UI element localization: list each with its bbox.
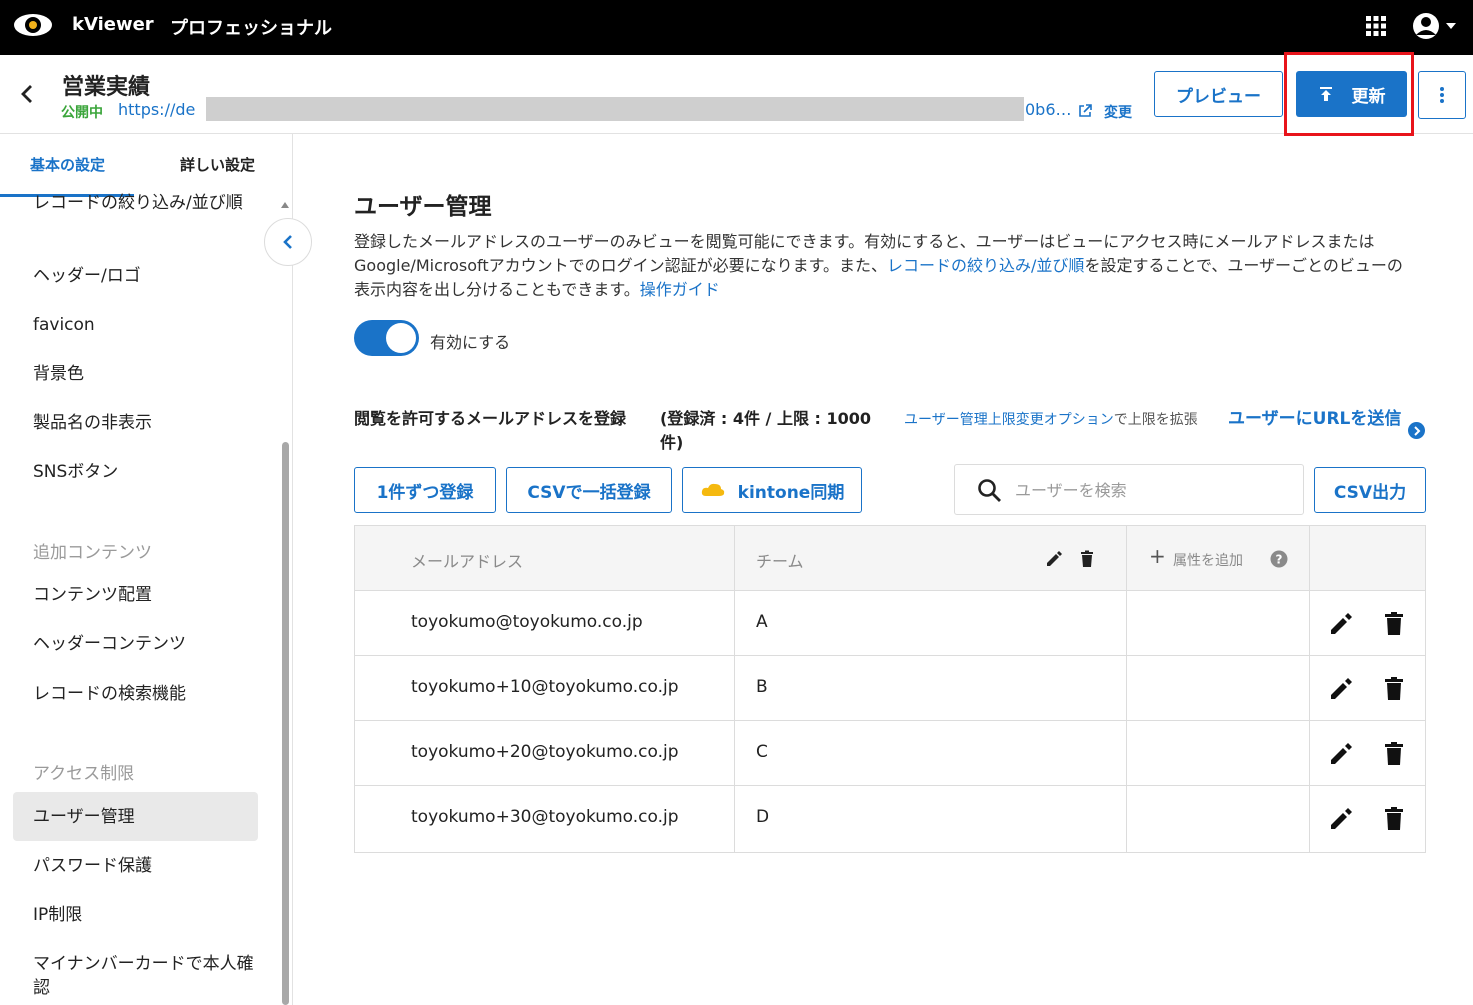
delete-icon[interactable] — [1381, 741, 1407, 767]
sidebar-item-user-management[interactable]: ユーザー管理 — [33, 805, 135, 829]
delete-column-icon[interactable] — [1078, 550, 1096, 568]
user-search-input[interactable] — [1015, 477, 1285, 503]
table-header: メールアドレス チーム + 属性を追加 ? — [355, 526, 1425, 591]
sidebar-section-additional: 追加コンテンツ — [33, 543, 152, 563]
sidebar-item-background-color[interactable]: 背景色 — [33, 362, 84, 386]
table-row: toyokumo+10@toyokumo.co.jp B — [355, 656, 1425, 721]
status-badge: 公開中 — [61, 105, 103, 121]
sidebar-item-favicon[interactable]: favicon — [33, 313, 95, 337]
sidebar-item-record-filter[interactable]: レコードの絞り込み/並び順 — [33, 191, 248, 215]
scroll-up-arrow-icon[interactable] — [280, 201, 290, 209]
toggle-knob — [386, 323, 416, 353]
change-url-link[interactable]: 変更 — [1104, 102, 1132, 122]
public-url-tail[interactable]: 0b6… — [1025, 100, 1072, 119]
edit-column-icon[interactable] — [1045, 550, 1063, 568]
sidebar-item-record-search[interactable]: レコードの検索機能 — [33, 682, 186, 706]
col-header-email: メールアドレス — [411, 552, 524, 571]
row-team: D — [756, 807, 770, 827]
sidebar-section-access: アクセス制限 — [33, 764, 135, 784]
csv-export-label: CSV出力 — [1333, 482, 1407, 503]
url-redaction — [206, 97, 1024, 121]
tab-detail-settings[interactable]: 詳しい設定 — [180, 154, 255, 175]
section-description: 登録したメールアドレスのユーザーのみビューを閲覧可能にできます。有効にすると、ユ… — [354, 230, 1414, 302]
chevron-right-circle-icon[interactable] — [1408, 422, 1425, 439]
register-single-label: 1件ずつ登録 — [376, 482, 474, 503]
external-link-icon[interactable] — [1078, 104, 1092, 118]
limit-option-link[interactable]: ユーザー管理上限変更オプション — [904, 412, 1114, 428]
col-header-team: チーム — [756, 552, 804, 571]
register-count: (登録済 : 4件 / 上限 : 1000件) — [660, 409, 872, 452]
collapse-sidebar-button[interactable] — [264, 218, 312, 266]
users-table: メールアドレス チーム + 属性を追加 ? toyokumo@toyokumo.… — [354, 525, 1426, 853]
plus-icon[interactable]: + — [1149, 544, 1166, 568]
table-row: toyokumo+20@toyokumo.co.jp C — [355, 721, 1425, 786]
record-filter-link[interactable]: レコードの絞り込み/並び順 — [887, 256, 1084, 275]
sidebar-item-hide-product-name[interactable]: 製品名の非表示 — [33, 411, 152, 435]
apps-grid-icon[interactable] — [1364, 14, 1388, 38]
row-email: toyokumo+30@toyokumo.co.jp — [411, 807, 679, 827]
edit-icon[interactable] — [1328, 806, 1354, 832]
top-bar: kViewer プロフェッショナル — [0, 0, 1473, 55]
view-header: 営業実績 公開中 https://de 0b6… 変更 プレビュー 更新 — [0, 55, 1473, 134]
sidebar-item-header-content[interactable]: ヘッダーコンテンツ — [33, 632, 186, 656]
page-title: 営業実績 — [62, 75, 151, 100]
sidebar-item-mynumber-auth[interactable]: マイナンバーカードで本人確認 — [33, 952, 258, 1000]
search-icon — [978, 479, 1001, 502]
kintone-sync-button[interactable]: kintone同期 — [682, 467, 862, 513]
register-single-button[interactable]: 1件ずつ登録 — [354, 467, 496, 513]
row-team: C — [756, 742, 768, 762]
csv-import-label: CSVで一括登録 — [527, 482, 651, 503]
limit-note: ユーザー管理上限変更オプションで上限を拡張 — [904, 409, 1219, 431]
sidebar-item-password[interactable]: パスワード保護 — [33, 854, 152, 878]
svg-text:?: ? — [1276, 553, 1283, 567]
highlight-annotation — [1284, 52, 1414, 136]
row-email: toyokumo+10@toyokumo.co.jp — [411, 677, 679, 697]
sidebar-item-ip-restriction[interactable]: IP制限 — [33, 903, 82, 927]
kintone-cloud-icon — [701, 483, 724, 496]
edit-icon[interactable] — [1328, 676, 1354, 702]
section-title: ユーザー管理 — [354, 194, 492, 220]
edition-label: プロフェッショナル — [170, 18, 332, 39]
edit-icon[interactable] — [1328, 611, 1354, 637]
chevron-left-icon — [283, 235, 292, 249]
delete-icon[interactable] — [1381, 611, 1407, 637]
limit-note-text: で上限を拡張 — [1113, 412, 1198, 428]
csv-import-button[interactable]: CSVで一括登録 — [506, 467, 672, 513]
sidebar-item-sns-buttons[interactable]: SNSボタン — [33, 460, 118, 484]
settings-sidebar: 基本の設定 詳しい設定 レコードの絞り込み/並び順 ヘッダー/ロゴ favico… — [0, 134, 293, 1005]
user-search-box[interactable] — [954, 464, 1304, 515]
help-icon[interactable]: ? — [1270, 550, 1288, 568]
back-arrow-icon[interactable] — [14, 81, 40, 107]
add-attribute-label[interactable]: 属性を追加 — [1173, 550, 1243, 570]
enable-toggle[interactable] — [354, 320, 419, 356]
row-email: toyokumo+20@toyokumo.co.jp — [411, 742, 679, 762]
sidebar-scrollbar[interactable] — [282, 442, 289, 1005]
row-team: A — [756, 612, 768, 632]
more-options-button[interactable] — [1418, 71, 1466, 119]
register-email-heading: 閲覧を許可するメールアドレスを登録 — [354, 409, 627, 428]
app-name: kViewer — [72, 14, 154, 35]
guide-link[interactable]: 操作ガイド — [640, 280, 720, 299]
delete-icon[interactable] — [1381, 806, 1407, 832]
row-email: toyokumo@toyokumo.co.jp — [411, 612, 643, 632]
table-row: toyokumo+30@toyokumo.co.jp D — [355, 786, 1425, 851]
sidebar-item-header-logo[interactable]: ヘッダー/ロゴ — [33, 264, 141, 288]
csv-export-button[interactable]: CSV出力 — [1314, 467, 1426, 513]
row-team: B — [756, 677, 768, 697]
kintone-sync-label: kintone同期 — [737, 482, 845, 503]
send-url-link[interactable]: ユーザーにURLを送信 — [1228, 407, 1403, 431]
eye-logo-icon[interactable] — [12, 10, 54, 40]
tab-basic-settings[interactable]: 基本の設定 — [30, 154, 105, 175]
more-vert-icon — [1440, 87, 1444, 103]
enable-toggle-label: 有効にする — [430, 333, 511, 352]
table-row: toyokumo@toyokumo.co.jp A — [355, 591, 1425, 656]
public-url-link[interactable]: https://de — [118, 100, 195, 119]
account-icon[interactable] — [1410, 11, 1462, 41]
edit-icon[interactable] — [1328, 741, 1354, 767]
preview-button-label: プレビュー — [1176, 86, 1261, 107]
preview-button[interactable]: プレビュー — [1154, 71, 1283, 117]
delete-icon[interactable] — [1381, 676, 1407, 702]
sidebar-item-content-layout[interactable]: コンテンツ配置 — [33, 583, 152, 607]
